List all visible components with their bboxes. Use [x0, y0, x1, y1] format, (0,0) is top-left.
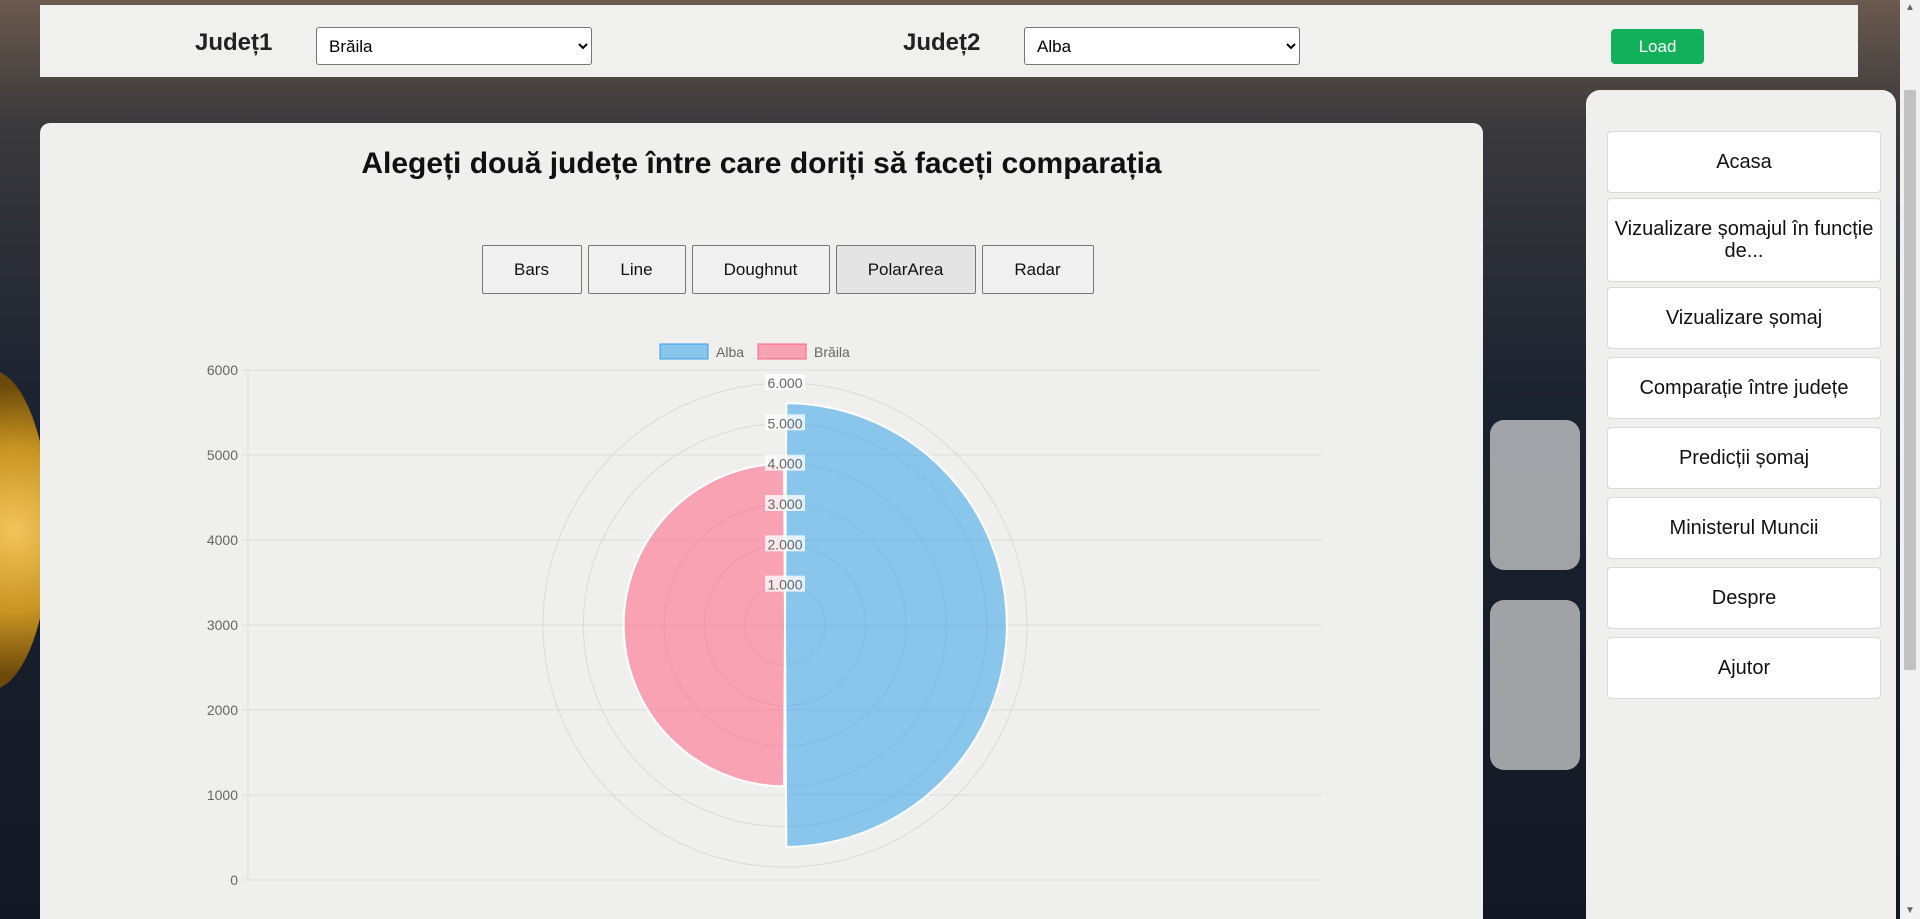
county1-select[interactable]: Brăila: [316, 27, 592, 65]
sidebar-item-ministerul-muncii[interactable]: Ministerul Muncii: [1607, 497, 1881, 559]
sidebar-item-predictii[interactable]: Predicții șomaj: [1607, 427, 1881, 489]
y-tick-label: 1000: [207, 787, 238, 803]
load-button[interactable]: Load: [1611, 29, 1704, 64]
y-tick-label: 2000: [207, 702, 238, 718]
chart-type-buttons: Bars Line Doughnut PolarArea Radar: [40, 245, 1483, 294]
background-keyboard-key: [1490, 420, 1580, 570]
county2-select[interactable]: Alba: [1024, 27, 1300, 65]
y-tick-label: 3000: [207, 617, 238, 633]
y-tick-label: 0: [230, 872, 238, 888]
sidebar-item-ajutor[interactable]: Ajutor: [1607, 637, 1881, 699]
page-scrollbar[interactable]: ▲ ▼: [1900, 0, 1920, 919]
page-title: Alegeți două județe între care doriți să…: [361, 147, 1162, 180]
legend-label-brăila: Brăila: [814, 344, 850, 360]
chart-type-line-button[interactable]: Line: [587, 245, 686, 294]
chart-type-polararea-button[interactable]: PolarArea: [835, 245, 976, 294]
sidebar-item-comparatie[interactable]: Comparație între județe: [1607, 357, 1881, 419]
radial-tick-label: 3.000: [767, 496, 802, 512]
polar-segment-brăila: [622, 462, 787, 788]
radial-tick-label: 1.000: [767, 577, 802, 593]
radial-tick-label: 5.000: [767, 415, 802, 431]
comparison-chart: 0 1000 2000 3000 4000 5000 6000 1.000 2.000 3.000…: [207, 343, 1322, 888]
chart-type-radar-button[interactable]: Radar: [981, 245, 1094, 294]
sidebar-item-despre[interactable]: Despre: [1607, 567, 1881, 629]
y-tick-label: 5000: [207, 447, 238, 463]
sidebar-nav: Acasa Vizualizare șomajul în funcție de.…: [1586, 90, 1896, 919]
county-selector-bar: Județ1 Brăila Județ2 Alba Load: [40, 5, 1858, 77]
y-tick-label: 4000: [207, 532, 238, 548]
radial-tick-label: 6.000: [767, 375, 802, 391]
sidebar-item-vizualizare-in-functie[interactable]: Vizualizare șomajul în funcție de...: [1607, 198, 1881, 282]
radial-tick-label: 2.000: [767, 536, 802, 552]
legend-swatch-alba: [659, 343, 709, 360]
chart-type-doughnut-button[interactable]: Doughnut: [691, 245, 830, 294]
scroll-down-arrow-icon[interactable]: ▼: [1900, 903, 1920, 919]
radial-tick-label: 4.000: [767, 456, 802, 472]
chart-type-bars-button[interactable]: Bars: [481, 245, 582, 294]
scroll-up-arrow-icon[interactable]: ▲: [1900, 0, 1920, 16]
polar-segment-alba: [783, 402, 1008, 848]
comparison-panel: Alegeți două județe între care doriți să…: [40, 123, 1483, 919]
sidebar-item-acasa[interactable]: Acasa: [1607, 131, 1881, 193]
county1-label: Județ1: [195, 29, 273, 56]
background-keyboard-key: [1490, 600, 1580, 770]
county2-label: Județ2: [903, 29, 981, 56]
y-tick-label: 6000: [207, 362, 238, 378]
scrollbar-thumb[interactable]: [1904, 90, 1916, 670]
legend-swatch-brăila: [757, 343, 807, 360]
sidebar-item-vizualizare-somaj[interactable]: Vizualizare șomaj: [1607, 287, 1881, 349]
legend-label-alba: Alba: [716, 344, 744, 360]
